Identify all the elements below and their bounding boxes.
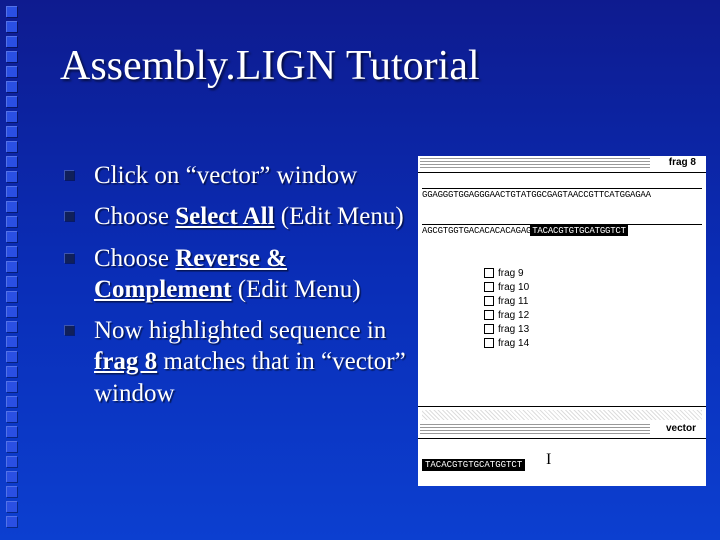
frag-label: frag 13	[498, 324, 529, 335]
bullet-1: Click on “vector” window	[90, 160, 410, 191]
bullet-1-text: Click on “vector” window	[94, 162, 357, 189]
window-frag8-titlebar: frag 8	[418, 156, 706, 173]
list-item: frag 9	[484, 266, 529, 280]
bullet-4-strong: frag 8	[94, 348, 157, 375]
frag-label: frag 12	[498, 310, 529, 321]
bullet-3-pre: Choose	[94, 245, 175, 272]
window-frag8: frag 8	[418, 156, 706, 173]
checkbox-icon	[484, 338, 494, 348]
fragment-list: frag 9 frag 10 frag 11 frag 12 frag 13 f…	[484, 266, 529, 350]
checkbox-icon	[484, 310, 494, 320]
window-vector-title: vector	[662, 423, 700, 434]
text-cursor-icon: I	[546, 451, 551, 469]
bullet-3-post: (Edit Menu)	[231, 276, 360, 303]
bullet-3: Choose Reverse & Complement (Edit Menu)	[90, 243, 410, 306]
frag-label: frag 9	[498, 268, 524, 279]
vector-sequence-row: TACACGTGTGCATGGTCT	[422, 454, 525, 472]
frag-label: frag 14	[498, 338, 529, 349]
vector-sequence-highlight: TACACGTGTGCATGGTCT	[422, 459, 525, 471]
embedded-app-screenshot: frag 8 GGAGGGTGGAGGGAACTGTATGGCGAGTAACCG…	[418, 156, 706, 486]
list-item: frag 12	[484, 308, 529, 322]
bullet-2-strong: Select All	[175, 203, 274, 230]
left-decor-stripe	[0, 0, 28, 540]
checkbox-icon	[484, 324, 494, 334]
frag-label: frag 10	[498, 282, 529, 293]
slide-title: Assembly.LIGN Tutorial	[60, 42, 480, 90]
sequence-row-2: AGCGTGGTGACACACACAGAGTACACGTGTGCATGGTCT	[422, 224, 702, 236]
checkbox-icon	[484, 296, 494, 306]
frag-label: frag 11	[498, 296, 528, 307]
sequence-row-2-plain: AGCGTGGTGACACACACAGAG	[422, 226, 531, 236]
checkbox-icon	[484, 268, 494, 278]
bullet-2-post: (Edit Menu)	[275, 203, 404, 230]
window-vector-titlebar: vector	[418, 422, 706, 439]
list-item: frag 13	[484, 322, 529, 336]
sequence-row-1: GGAGGGTGGAGGGAACTGTATGGCGAGTAACCGTTCATGG…	[422, 188, 702, 200]
window-vector: vector	[418, 422, 706, 439]
bullet-4: Now highlighted sequence in frag 8 match…	[90, 315, 410, 409]
bullet-2: Choose Select All (Edit Menu)	[90, 201, 410, 232]
slide: Assembly.LIGN Tutorial Click on “vector”…	[0, 0, 720, 540]
checkbox-icon	[484, 282, 494, 292]
bullet-4-pre: Now highlighted sequence in	[94, 317, 386, 344]
slide-body: Click on “vector” window Choose Select A…	[90, 160, 410, 419]
list-item: frag 10	[484, 280, 529, 294]
sequence-row-2-highlight: TACACGTGTGCATGGTCT	[531, 226, 627, 236]
list-item: frag 11	[484, 294, 529, 308]
list-item: frag 14	[484, 336, 529, 350]
bullet-2-pre: Choose	[94, 203, 175, 230]
window-frag8-title: frag 8	[665, 157, 700, 168]
